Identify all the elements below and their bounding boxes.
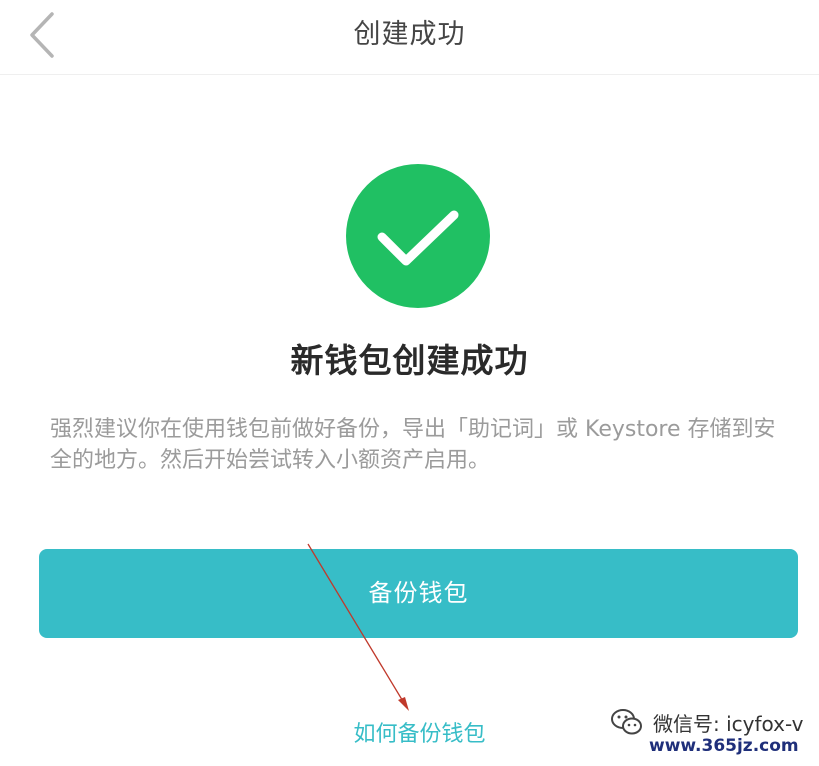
- wallet-created-screen: 创建成功 新钱包创建成功 强烈建议你在使用钱包前做好备份，导出「助记词」或 Ke…: [0, 0, 819, 766]
- success-title: 新钱包创建成功: [290, 341, 529, 380]
- page-title: 创建成功: [353, 19, 466, 50]
- backup-wallet-button[interactable]: 备份钱包: [39, 549, 798, 638]
- watermark-url: www.365jz.com: [649, 736, 799, 756]
- nav-bar: 创建成功: [0, 0, 819, 75]
- backup-advice-text: 强烈建议你在使用钱包前做好备份，导出「助记词」或 Keystore 存储到安全的…: [50, 417, 776, 473]
- wechat-watermark: 微信号: icyfox-v www.365jz.com: [609, 700, 809, 760]
- annotation-arrow: [307, 543, 409, 711]
- checkmark-circle-icon: [346, 164, 490, 308]
- wechat-icon: [611, 709, 642, 735]
- watermark-wechat-id: 微信号: icyfox-v: [653, 712, 804, 736]
